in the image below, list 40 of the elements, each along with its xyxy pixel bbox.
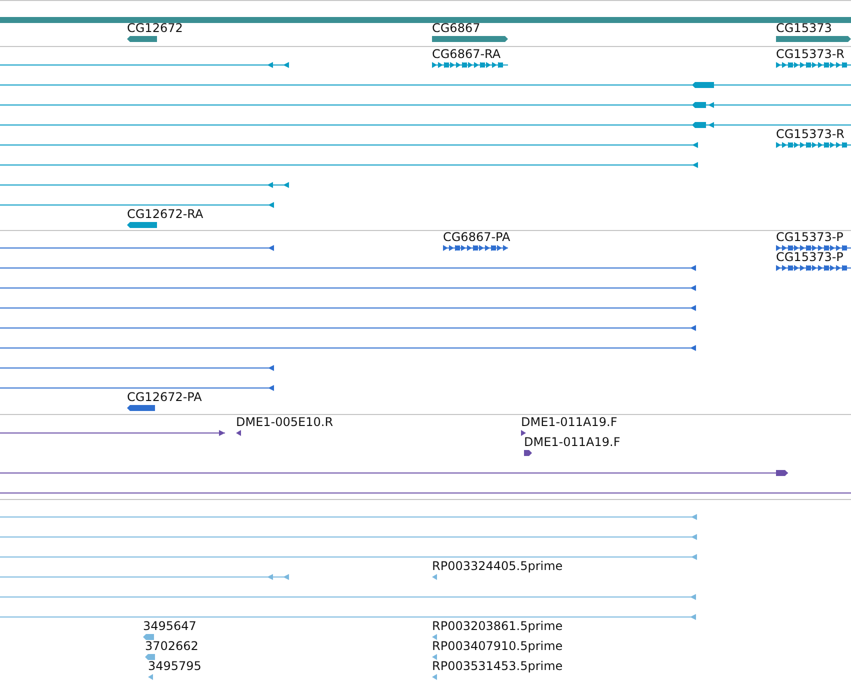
feature-label: CG12672-PA [127, 390, 202, 404]
feature-arrow-icon [776, 141, 851, 149]
feature-label: CG15373-P [776, 230, 844, 244]
feature-label: CG6867-PA [443, 230, 510, 244]
feature-arrow-icon [432, 573, 437, 581]
feature-label: RP003203861.5prime [432, 619, 563, 633]
feature-arrow-icon [524, 449, 532, 457]
feature-label: CG15373-P [776, 250, 844, 264]
feature-arrow-icon [143, 633, 154, 641]
feature-label: CG12672 [127, 21, 183, 35]
feature-arrow-icon [521, 429, 526, 437]
feature-label: 3495647 [143, 619, 196, 633]
feature-label: DME1-011A19.F [521, 415, 618, 429]
feature-label: RP003531453.5prime [432, 659, 563, 673]
feature-label: RP003324405.5prime [432, 559, 563, 573]
feature-arrow-icon [145, 653, 155, 661]
feature-label: 3495795 [148, 659, 202, 673]
feature-arrow-icon [432, 653, 437, 661]
feature-label: CG15373-R [776, 127, 845, 141]
feature-arrow-icon [432, 61, 508, 69]
feature-label: 3702662 [145, 639, 198, 653]
feature-label: CG15373 [776, 21, 832, 35]
feature-arrow-icon [127, 221, 157, 229]
feature-arrow-icon [127, 35, 157, 43]
feature-arrow-icon [432, 633, 437, 641]
feature-arrow-icon [432, 673, 437, 681]
feature-label: RP003407910.5prime [432, 639, 563, 653]
feature-arrow-icon [776, 264, 851, 272]
feature-label: CG12672-RA [127, 207, 204, 221]
feature-arrow-icon [776, 244, 851, 252]
feature-label: DME1-011A19.F [524, 435, 620, 449]
feature-arrow-icon [236, 429, 241, 437]
feature-label: CG15373-R [776, 47, 845, 61]
feature-label: DME1-005E10.R [236, 415, 334, 429]
feature-arrow-icon [127, 404, 155, 412]
feature-arrow-icon [776, 61, 851, 69]
feature-arrow-icon [148, 673, 153, 681]
feature-label: CG6867 [432, 21, 480, 35]
feature-arrow-icon [443, 244, 508, 252]
feature-label: CG6867-RA [432, 47, 501, 61]
